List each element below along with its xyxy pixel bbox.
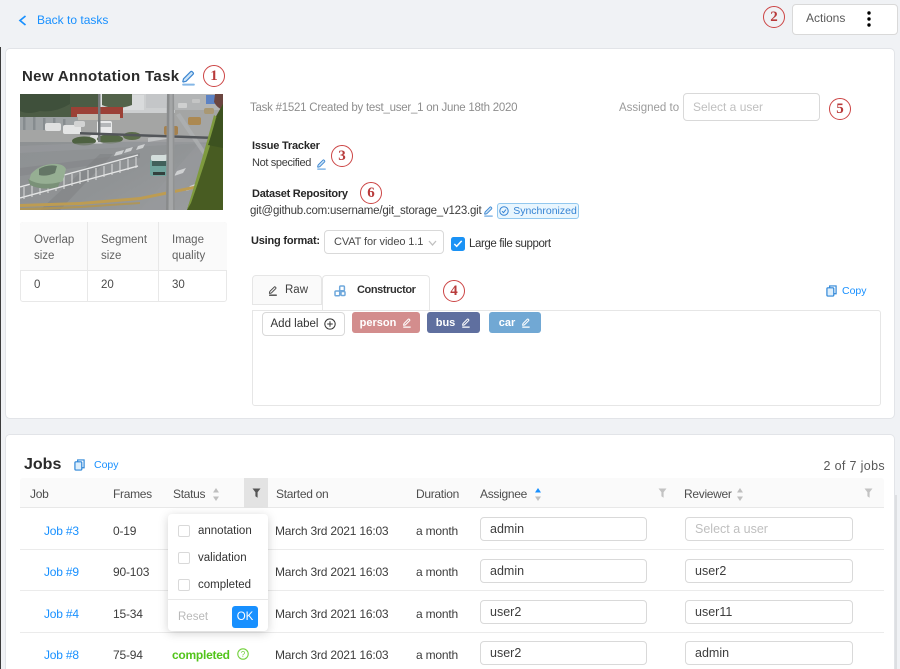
svg-text:?: ? bbox=[241, 650, 246, 659]
